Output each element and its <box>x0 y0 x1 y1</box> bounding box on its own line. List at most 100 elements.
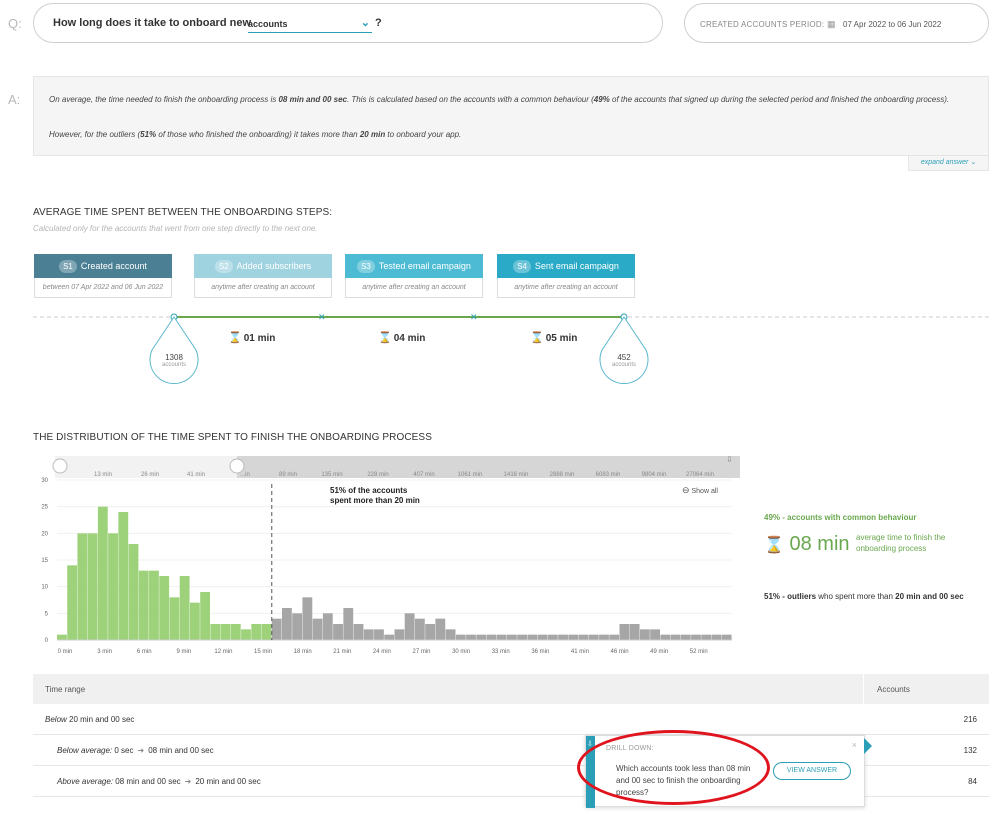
histogram-bar <box>159 576 170 640</box>
histogram-bar <box>384 634 395 640</box>
x-tick-label: 9 min <box>176 649 191 655</box>
average-time: ⌛ 08 min <box>764 533 850 555</box>
drill-pointer <box>864 738 872 754</box>
hourglass-icon: ⌛ <box>764 537 784 554</box>
histogram-bar <box>302 597 313 640</box>
table-header: Time range Accounts <box>33 674 989 704</box>
histogram-bar <box>588 634 599 640</box>
slider-tick-label: 135 min <box>321 472 342 478</box>
histogram-bar <box>128 544 139 640</box>
histogram-bar <box>97 506 108 640</box>
histogram-bar <box>169 597 180 640</box>
x-tick-label: 15 min <box>254 649 272 655</box>
histogram-bar <box>118 512 129 640</box>
histogram-bar <box>578 634 589 640</box>
histogram-bar <box>507 634 517 640</box>
view-answer-button[interactable]: VIEW ANSWER <box>773 762 851 780</box>
highlight-ellipse <box>577 730 770 805</box>
x-tick-label: 27 min <box>412 649 430 655</box>
histogram-bar <box>711 634 722 640</box>
arrow-right-icon: ➜ <box>137 746 145 755</box>
slider-tick-label: 26 min <box>141 472 159 478</box>
x-tick-label: 24 min <box>373 649 391 655</box>
histogram-bar <box>210 624 221 640</box>
histogram-bar <box>486 634 497 640</box>
outliers-summary: 51% - outliers who spent more than 20 mi… <box>764 592 964 601</box>
histogram-bar <box>425 624 436 640</box>
histogram-bar <box>414 618 425 640</box>
x-tick-label: 49 min <box>650 649 668 655</box>
x-tick-label: 6 min <box>137 649 152 655</box>
histogram-bar <box>404 613 415 640</box>
histogram-bar <box>261 624 272 640</box>
histogram-bar <box>466 634 476 640</box>
histogram-bar <box>87 533 98 640</box>
slider-tick-label: 13 min <box>94 472 112 478</box>
histogram-bar <box>220 624 231 640</box>
arrow-right-icon: ➜ <box>184 777 192 786</box>
table-row[interactable]: Below 20 min and 00 sec 216 <box>33 704 989 735</box>
histogram-bar <box>189 602 200 640</box>
common-behaviour-label: 49% - accounts with common behaviour <box>764 513 917 522</box>
show-all-button[interactable]: ⊖ Show all <box>682 485 718 496</box>
histogram-bar <box>650 629 661 640</box>
slider-tick-label: 407 min <box>413 472 434 478</box>
histogram-bar <box>496 634 507 640</box>
zoom-out-icon: ⊖ <box>682 485 690 495</box>
histogram-bar <box>435 618 446 640</box>
histogram-bar <box>67 565 78 640</box>
header-time-range: Time range <box>45 685 86 694</box>
histogram-bar <box>200 592 211 640</box>
x-tick-label: 46 min <box>611 649 629 655</box>
x-tick-label: 3 min <box>97 649 112 655</box>
histogram-bar <box>517 634 528 640</box>
histogram-bar <box>558 634 568 640</box>
histogram-bar <box>680 634 691 640</box>
slider-tick-label: 9804 min <box>642 472 667 478</box>
threshold-annotation: 51% of the accounts spent more than 20 m… <box>330 486 420 505</box>
histogram-bar <box>333 624 343 640</box>
x-tick-label: 12 min <box>214 649 232 655</box>
histogram-bar <box>312 618 323 640</box>
histogram-bar <box>149 570 159 640</box>
slider-tick-label: 41 min <box>187 472 205 478</box>
x-tick-label: 30 min <box>452 649 470 655</box>
slider-tick-label: 1416 min <box>504 472 529 478</box>
histogram-bar <box>660 634 671 640</box>
slider-tick-label: 89 min <box>279 472 297 478</box>
average-time-description: average time to finish the onboarding pr… <box>856 533 946 553</box>
slider-tick-label: 1061 min <box>458 472 483 478</box>
y-tick-label: 10 <box>41 585 48 591</box>
histogram-bar <box>77 533 88 640</box>
y-tick-label: 0 <box>45 638 49 644</box>
close-icon[interactable]: × <box>852 740 857 750</box>
histogram-bar <box>230 624 241 640</box>
histogram-bar <box>619 624 630 640</box>
histogram-bar <box>568 634 579 640</box>
histogram-bar <box>609 634 620 640</box>
histogram-bar <box>138 570 149 640</box>
histogram-bar <box>527 634 538 640</box>
slider-tick-label: ...in <box>240 472 250 478</box>
y-tick-label: 20 <box>41 531 48 537</box>
histogram-bar <box>343 608 354 640</box>
histogram-bar <box>394 629 405 640</box>
x-tick-label: 33 min <box>492 649 510 655</box>
histogram-bar <box>629 624 640 640</box>
histogram-bar <box>353 624 364 640</box>
histogram-bar <box>455 634 466 640</box>
slider-tick-label: 228 min <box>367 472 388 478</box>
histogram-bar <box>271 618 282 640</box>
histogram-bar <box>374 629 384 640</box>
histogram-bar <box>547 634 558 640</box>
y-tick-label: 5 <box>45 611 49 617</box>
histogram-bar <box>670 634 681 640</box>
range-slider-handle <box>229 458 245 474</box>
x-tick-label: 21 min <box>333 649 351 655</box>
x-tick-label: 52 min <box>690 649 708 655</box>
histogram-bar <box>363 629 374 640</box>
histogram-bar <box>57 634 67 640</box>
histogram-bar <box>599 634 609 640</box>
y-tick-label: 30 <box>41 478 48 484</box>
y-tick-label: 25 <box>41 505 48 511</box>
